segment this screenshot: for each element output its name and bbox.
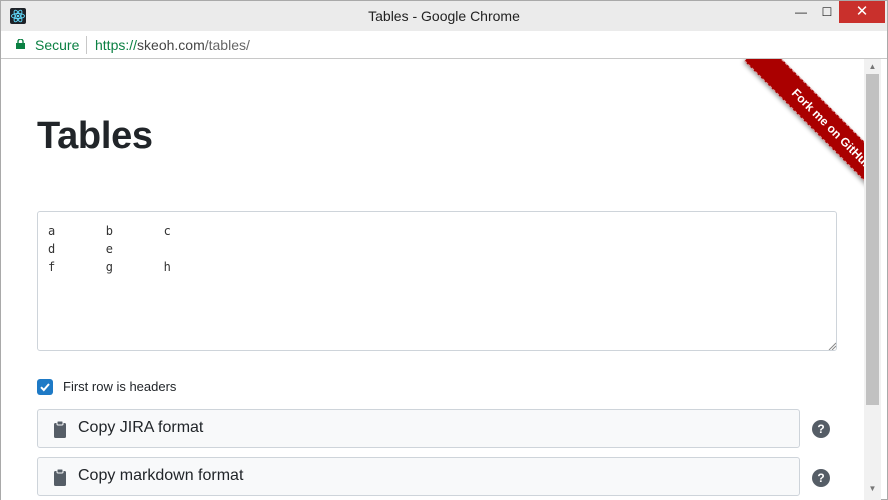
page-content: Tables Fork me on GitHub a b c d e f g h…	[1, 59, 864, 500]
maximize-button[interactable]: ☐	[813, 1, 841, 23]
fork-me-on-github-ribbon[interactable]: Fork me on GitHub	[744, 59, 864, 209]
copy-jira-button[interactable]: Copy JIRA format	[37, 409, 800, 448]
minimize-button[interactable]: —	[787, 1, 815, 23]
scroll-thumb[interactable]	[866, 74, 879, 405]
browser-window: Tables - Google Chrome — ☐ ✕ Secure http…	[0, 0, 888, 500]
vertical-scrollbar[interactable]: ▲ ▼	[864, 59, 881, 500]
clipboard-icon	[54, 468, 66, 486]
window-title: Tables - Google Chrome	[368, 8, 520, 24]
secure-label: Secure	[35, 37, 80, 53]
resize-grip-icon[interactable]	[828, 342, 836, 350]
close-button[interactable]: ✕	[839, 1, 885, 23]
question-circle-icon[interactable]: ?	[812, 469, 830, 487]
scroll-up-arrow-icon[interactable]: ▲	[864, 62, 881, 74]
url-path: /tables/	[204, 37, 250, 53]
github-ribbon-container: Fork me on GitHub	[714, 59, 864, 209]
address-separator	[86, 36, 87, 54]
scroll-down-arrow-icon[interactable]: ▼	[864, 484, 881, 496]
page-title: Tables	[37, 115, 153, 157]
checkmark-icon	[40, 383, 50, 392]
table-input[interactable]: a b c d e f g h	[37, 211, 837, 351]
copy-jira-label: Copy JIRA format	[78, 419, 204, 436]
lock-icon	[16, 39, 25, 49]
first-row-headers-label[interactable]: First row is headers	[63, 379, 176, 394]
first-row-headers-checkbox[interactable]	[37, 379, 53, 395]
title-bar: Tables - Google Chrome — ☐ ✕	[1, 1, 887, 31]
copy-markdown-button[interactable]: Copy markdown format	[37, 457, 800, 496]
url-host: skeoh.com	[137, 37, 205, 53]
clipboard-icon	[54, 420, 66, 438]
question-circle-icon[interactable]: ?	[812, 420, 830, 438]
address-bar[interactable]: Secure https://skeoh.com/tables/	[1, 31, 887, 59]
copy-markdown-label: Copy markdown format	[78, 467, 244, 484]
url-scheme: https://	[95, 37, 138, 53]
url-text[interactable]: https://skeoh.com/tables/	[95, 37, 250, 53]
